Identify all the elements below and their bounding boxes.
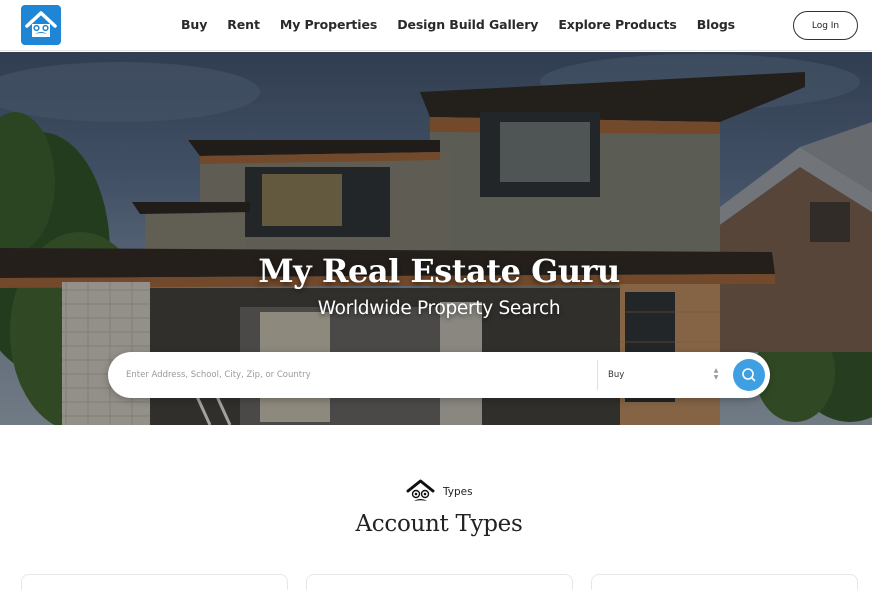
guru-house-icon — [25, 11, 57, 37]
section-tag: Types — [406, 477, 473, 507]
search-icon — [742, 368, 756, 382]
select-arrows-icon: ▲ ▼ — [713, 367, 719, 381]
page: Buy Rent My Properties Design Build Gall… — [0, 0, 872, 590]
search-button[interactable] — [733, 359, 765, 391]
section-title: Account Types — [355, 511, 523, 537]
search-type-select[interactable]: Buy ▲ ▼ — [608, 364, 720, 386]
account-type-card[interactable] — [21, 574, 288, 590]
hero-banner: My Real Estate Guru Worldwide Property S… — [0, 52, 872, 425]
hero-subtitle: Worldwide Property Search — [317, 298, 561, 319]
hero-title: My Real Estate Guru — [258, 252, 620, 290]
account-type-card[interactable] — [306, 574, 573, 590]
search-type-value: Buy — [608, 370, 625, 380]
nav-buy[interactable]: Buy — [181, 17, 207, 35]
nav-my-properties[interactable]: My Properties — [280, 17, 377, 35]
nav-rent[interactable]: Rent — [227, 17, 260, 35]
nav-design-build-gallery[interactable]: Design Build Gallery — [397, 17, 538, 35]
search-divider — [597, 360, 598, 390]
guru-house-icon — [406, 479, 435, 501]
login-button[interactable]: Log In — [793, 11, 858, 40]
site-logo[interactable] — [21, 5, 61, 45]
search-input[interactable] — [126, 365, 586, 385]
nav-blogs[interactable]: Blogs — [697, 17, 735, 35]
top-navbar: Buy Rent My Properties Design Build Gall… — [0, 0, 872, 51]
account-type-card[interactable] — [591, 574, 858, 590]
nav-explore-products[interactable]: Explore Products — [558, 17, 677, 35]
property-search-bar: Buy ▲▼ — [108, 352, 770, 398]
section-tag-label: Types — [443, 486, 473, 498]
main-menu: Buy Rent My Properties Design Build Gall… — [181, 17, 735, 35]
